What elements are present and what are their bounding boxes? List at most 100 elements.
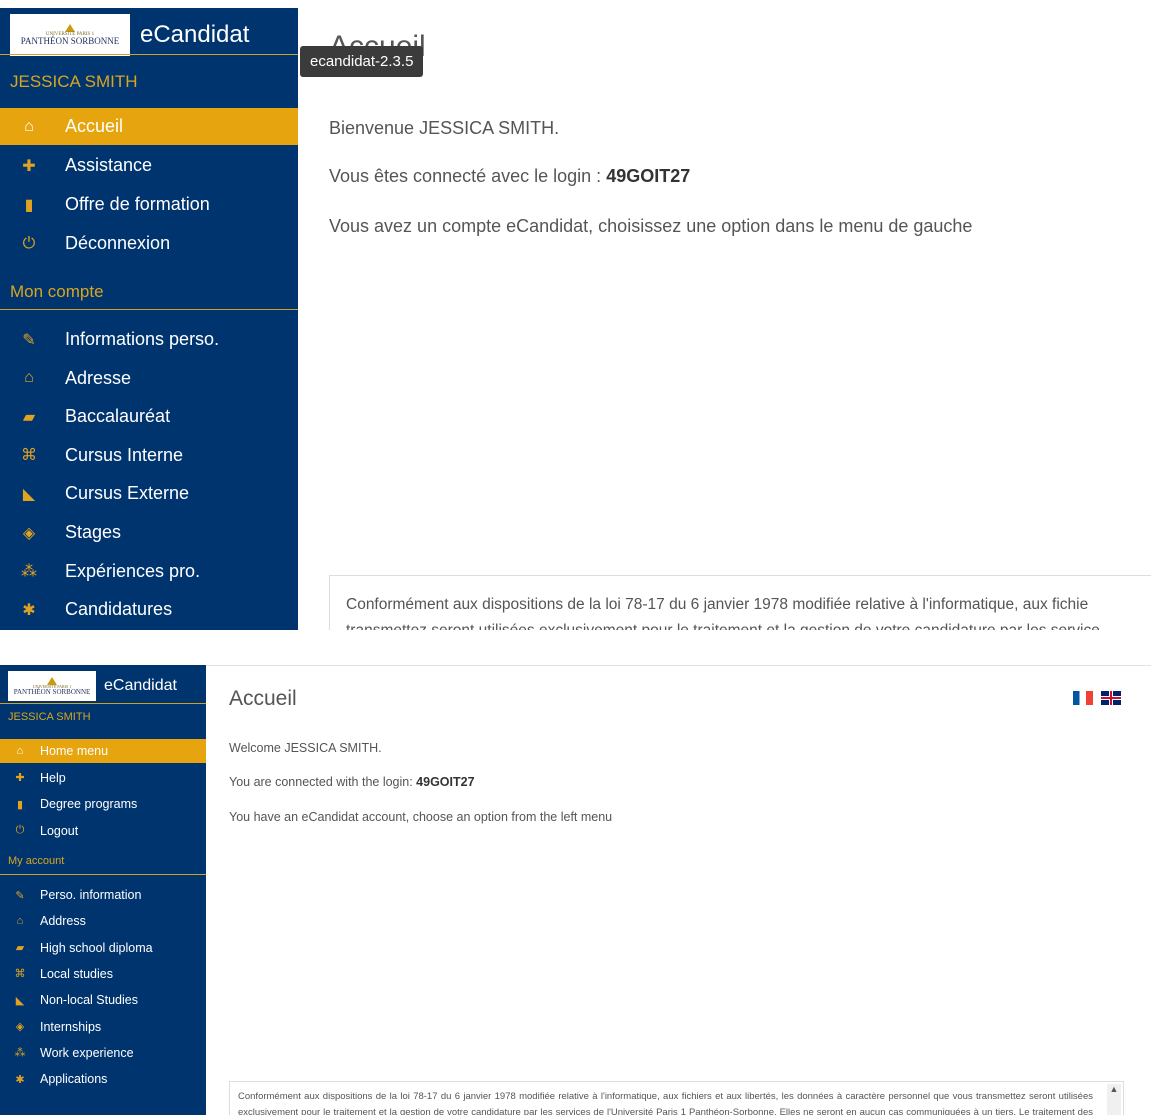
ambulance-icon: ✚ (22, 157, 36, 175)
sidebar-item-label: Logout (40, 823, 79, 838)
sidebar-item-label: Baccalauréat (65, 406, 171, 427)
power-icon: ⏻ (22, 234, 36, 252)
sidebar-item-label: Candidatures (65, 599, 173, 620)
separator (0, 630, 1151, 665)
sidebar-item[interactable]: ▮ Offre de formation (0, 186, 298, 223)
privacy-notice[interactable]: Conformément aux dispositions de la loi … (229, 1081, 1124, 1115)
scroll-up-icon[interactable]: ▲ (1107, 1084, 1121, 1098)
institution-icon: ⌘ (21, 447, 37, 465)
graduation-cap-icon: ◣ (15, 994, 25, 1007)
university-logo: UNIVERSITÉ PARIS 1 PANTHÉON SORBONNE (10, 14, 130, 56)
sidebar-item[interactable]: ⌂ Address (0, 909, 206, 933)
welcome-text: Welcome JESSICA SMITH. (229, 741, 382, 755)
sidebar-item-label: Perso. information (40, 888, 142, 902)
sidebar-item[interactable]: ◣ Cursus Externe (0, 475, 298, 512)
sidebar-item[interactable]: ⏻ Logout (0, 819, 206, 843)
welcome-text: Bienvenue JESSICA SMITH. (329, 118, 560, 138)
sidebar-item[interactable]: ⏻ Déconnexion (0, 225, 298, 262)
home-icon: ⌂ (16, 915, 24, 928)
sidebar-item-label: Accueil (65, 116, 124, 136)
home-icon: ⌂ (24, 369, 34, 387)
sidebar-item[interactable]: ⁂ Work experience (0, 1041, 206, 1065)
sidebar-item-label: Stages (65, 522, 122, 542)
login-text: Vous êtes connecté avec le login : 49GOI… (329, 166, 691, 186)
cubes-icon: ⁂ (14, 1047, 26, 1060)
sidebar-item[interactable]: ⌂ Adresse (0, 360, 298, 397)
sidebar-item[interactable]: ▰ High school diploma (0, 936, 206, 960)
sidebar-item-label: Degree programs (40, 797, 138, 811)
sidebar-item[interactable]: ⌘ Local studies (0, 962, 206, 986)
sidebar-item-label: Cursus Interne (65, 444, 184, 465)
sidebar-item[interactable]: ✱ Applications (0, 1067, 206, 1091)
ambulance-icon: ✚ (15, 772, 25, 784)
login-value: 49GOIT27 (606, 166, 691, 186)
app-title: eCandidat (140, 21, 250, 48)
divider (205, 665, 1151, 666)
sidebar-item[interactable]: ▮ Degree programs (0, 792, 206, 816)
brand[interactable]: UNIVERSITÉ PARIS 1 PANTHÉON SORBONNE eCa… (8, 671, 177, 701)
divider (0, 309, 298, 310)
sidebar-item[interactable]: ✎ Informations perso. (0, 321, 298, 358)
privacy-notice[interactable]: Conformément aux dispositions de la loi … (329, 575, 1151, 630)
sidebar-item-label: Local studies (40, 966, 113, 981)
sidebar-item-label: Non-local Studies (40, 993, 138, 1008)
institution-icon: ⌘ (14, 968, 26, 981)
sidebar: UNIVERSITÉ PARIS 1 PANTHÉON SORBONNE eCa… (0, 8, 298, 630)
sidebar-item[interactable]: ◈ Stages (0, 514, 298, 551)
sidebar-item-label: Applications (40, 1072, 108, 1087)
version-tooltip: ecandidat-2.3.5 (300, 46, 424, 77)
sidebar-item-label: Adresse (65, 367, 132, 388)
sidebar-item-label: Déconnexion (65, 233, 171, 253)
fr-flag-icon[interactable] (1073, 691, 1093, 705)
power-icon: ⏻ (15, 824, 25, 836)
graduation-cap-icon: ◣ (22, 485, 36, 503)
brand[interactable]: UNIVERSITÉ PARIS 1 PANTHÉON SORBONNE eCa… (10, 14, 249, 56)
sidebar-item-label: Informations perso. (65, 329, 220, 349)
sidebar-item-label: Help (40, 770, 66, 785)
uk-flag-icon[interactable] (1101, 691, 1121, 705)
sidebar-item-label: Assistance (65, 155, 153, 175)
notice-scrollbar[interactable]: ▲ (1107, 1084, 1121, 1115)
page-title: Accueil (229, 687, 297, 710)
sidebar-item[interactable]: ◣ Non-local Studies (0, 988, 206, 1012)
login-value: 49GOIT27 (416, 775, 475, 789)
sidebar-item[interactable]: ✱ Candidatures (0, 591, 298, 628)
user-name: JESSICA SMITH (10, 72, 138, 91)
sidebar-item[interactable]: ⁂ Expériences pro. (0, 553, 298, 590)
sidebar-item[interactable]: ✚ Assistance (0, 147, 298, 184)
section-my-account: Mon compte (10, 282, 104, 301)
sidebar-item-label: Work experience (40, 1045, 134, 1060)
panel-french: UNIVERSITÉ PARIS 1 PANTHÉON SORBONNE eCa… (0, 0, 1151, 630)
sidebar-item[interactable]: ✎ Perso. information (0, 883, 206, 907)
sidebar-item[interactable]: ▰ Baccalauréat (0, 398, 298, 435)
divider (0, 703, 206, 704)
asterisk-icon: ✱ (15, 1073, 25, 1086)
sidebar-item[interactable]: ⌂ Home menu (0, 739, 206, 763)
sidebar-item-label: Home menu (40, 744, 109, 758)
login-text: You are connected with the login: 49GOIT… (229, 775, 475, 789)
home-icon: ⌂ (24, 117, 34, 135)
sidebar-item-label: Cursus Externe (65, 483, 190, 504)
bookmark-icon: ▮ (24, 196, 34, 214)
sidebar-item-label: Address (40, 914, 86, 929)
sidebar-item[interactable]: ⌘ Cursus Interne (0, 437, 298, 474)
sidebar-item[interactable]: ⌂ Accueil (0, 108, 298, 145)
app-title: eCandidat (104, 677, 177, 694)
sidebar-item-label: Internships (40, 1019, 102, 1034)
book-icon: ▰ (15, 942, 25, 955)
panel-english: UNIVERSITÉ PARIS 1 PANTHÉON SORBONNE eCa… (0, 665, 1151, 1115)
sidebar-item-label: Offre de formation (65, 194, 210, 214)
user-name: JESSICA SMITH (8, 711, 91, 723)
cube-icon: ◈ (15, 1021, 25, 1033)
bookmark-icon: ▮ (16, 798, 24, 811)
cubes-icon: ⁂ (21, 563, 37, 581)
book-icon: ▰ (22, 408, 36, 426)
asterisk-icon: ✱ (22, 601, 36, 619)
divider (0, 54, 298, 55)
sidebar-item[interactable]: ✚ Help (0, 766, 206, 790)
account-message: You have an eCandidat account, choose an… (229, 810, 613, 824)
account-message: Vous avez un compte eCandidat, choisisse… (329, 216, 973, 236)
dome-icon (65, 24, 75, 32)
sidebar-item[interactable]: ◈ Internships (0, 1015, 206, 1039)
home-icon: ⌂ (16, 745, 24, 757)
